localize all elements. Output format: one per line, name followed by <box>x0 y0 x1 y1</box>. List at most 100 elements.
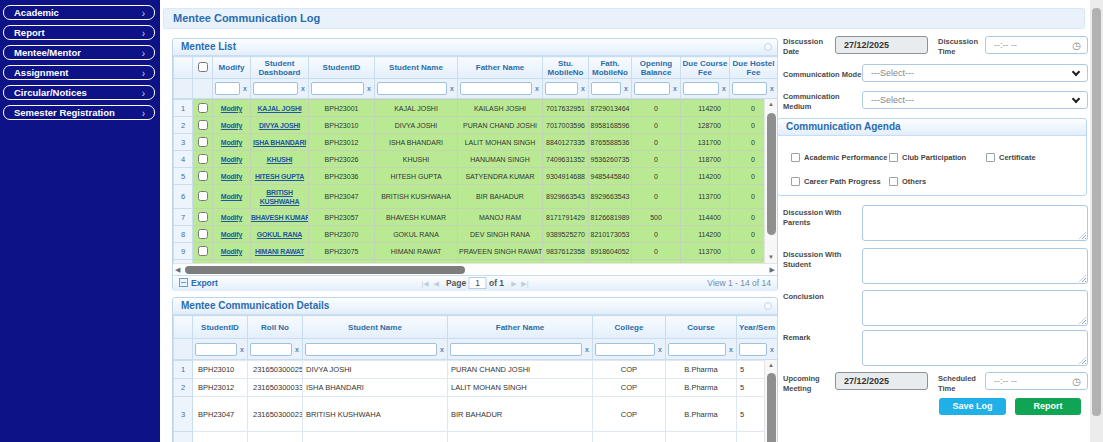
filter-input[interactable] <box>311 82 364 95</box>
checkbox-icon[interactable] <box>986 153 995 162</box>
agenda-career-path-progress[interactable]: Career Path Progress <box>791 177 881 186</box>
clear-filter-icon[interactable]: x <box>532 85 540 92</box>
filter-input[interactable] <box>377 82 447 95</box>
column-header[interactable]: Father Name <box>448 316 593 339</box>
column-header[interactable]: Year/Sem <box>737 316 778 339</box>
clear-filter-icon[interactable]: x <box>726 346 734 353</box>
prev-page-icon[interactable]: ◀ <box>433 280 438 287</box>
filter-input[interactable] <box>591 82 621 95</box>
modify-link[interactable]: Modify <box>221 156 242 163</box>
column-header[interactable]: Modify <box>213 57 251 79</box>
mentee-list-hscrollbar[interactable]: ◀ ▶ <box>173 263 777 275</box>
checkbox-icon[interactable] <box>791 177 800 186</box>
modify-link[interactable]: Modify <box>221 248 242 255</box>
agenda-certificate[interactable]: Certificate <box>986 153 1036 162</box>
discussion-with-parents-textarea[interactable] <box>862 205 1088 241</box>
agenda-academic-performance[interactable]: Academic Performance <box>791 153 887 162</box>
conclusion-textarea[interactable] <box>862 290 1088 326</box>
row-checkbox[interactable] <box>198 229 208 239</box>
filter-input[interactable] <box>668 343 726 356</box>
discussion-with-student-textarea[interactable] <box>862 248 1088 284</box>
column-header[interactable]: Student Name <box>303 316 448 339</box>
row-checkbox[interactable] <box>198 137 208 147</box>
export-button[interactable]: Export <box>179 276 218 291</box>
row-checkbox[interactable] <box>198 171 208 181</box>
details-vscrollbar[interactable]: ▲ <box>764 360 777 442</box>
save-log-button[interactable]: Save Log <box>939 398 1006 415</box>
clear-filter-icon[interactable]: x <box>298 85 306 92</box>
clear-filter-icon[interactable]: x <box>670 85 678 92</box>
filter-input[interactable] <box>450 343 582 356</box>
communication-medium-select[interactable]: ---Select--- <box>862 91 1088 109</box>
modify-link[interactable]: Modify <box>221 193 242 200</box>
student-dashboard-link[interactable]: BRITISH KUSHWAHA <box>260 189 300 205</box>
collapse-icon[interactable] <box>764 43 772 51</box>
sidebar-item-semester-registration[interactable]: Semester Registration› <box>3 105 155 120</box>
remark-textarea[interactable] <box>862 330 1088 366</box>
sidebar-item-circular-notices[interactable]: Circular/Notices› <box>3 85 155 100</box>
row-checkbox[interactable] <box>198 120 208 130</box>
filter-input[interactable] <box>732 82 767 95</box>
filter-input[interactable] <box>545 82 578 95</box>
column-header[interactable]: Student Dashboard <box>251 57 309 79</box>
modify-link[interactable]: Modify <box>221 139 242 146</box>
agenda-club-participation[interactable]: Club Participation <box>889 153 966 162</box>
filter-input[interactable] <box>305 343 437 356</box>
select-all-checkbox[interactable] <box>198 62 208 72</box>
filter-input[interactable] <box>215 82 240 95</box>
student-dashboard-link[interactable]: HIMANI RAWAT <box>255 248 304 255</box>
checkbox-icon[interactable] <box>889 177 898 186</box>
column-header[interactable]: Stu. MobileNo <box>543 57 589 79</box>
student-dashboard-link[interactable]: DIVYA JOSHI <box>259 122 300 129</box>
clear-filter-icon[interactable]: x <box>767 346 775 353</box>
clear-filter-icon[interactable]: x <box>437 346 445 353</box>
report-button[interactable]: Report <box>1015 398 1081 415</box>
scroll-up-icon[interactable]: ▲ <box>765 99 777 110</box>
clear-filter-icon[interactable]: x <box>237 346 245 353</box>
column-header[interactable]: StudentID <box>193 316 248 339</box>
clear-filter-icon[interactable]: x <box>719 85 727 92</box>
scroll-right-icon[interactable]: ▶ <box>770 266 775 274</box>
column-header[interactable]: Father Name <box>458 57 543 79</box>
sidebar-item-report[interactable]: Report› <box>3 25 155 40</box>
column-header[interactable]: StudentID <box>309 57 375 79</box>
student-dashboard-link[interactable]: GOKUL RANA <box>257 231 302 238</box>
mentee-list-vscrollbar[interactable]: ▲ ▼ <box>764 99 777 263</box>
row-checkbox[interactable] <box>198 212 208 222</box>
scroll-left-icon[interactable]: ◀ <box>175 266 180 274</box>
student-dashboard-link[interactable]: HITESH GUPTA <box>255 173 304 180</box>
modify-link[interactable]: Modify <box>221 173 242 180</box>
sidebar-item-academic[interactable]: Academic› <box>3 5 155 20</box>
collapse-icon[interactable] <box>764 302 772 310</box>
clear-filter-icon[interactable]: x <box>240 85 248 92</box>
sidebar-item-assignment[interactable]: Assignment› <box>3 65 155 80</box>
clear-filter-icon[interactable]: x <box>292 346 300 353</box>
filter-input[interactable] <box>739 343 767 356</box>
clear-filter-icon[interactable]: x <box>621 85 629 92</box>
row-checkbox[interactable] <box>198 103 208 113</box>
modify-link[interactable]: Modify <box>221 122 242 129</box>
column-header[interactable]: Due Course Fee <box>681 57 730 79</box>
filter-input[interactable] <box>634 82 670 95</box>
scheduled-time-input[interactable]: --:-- --◷ <box>985 372 1088 390</box>
column-header[interactable]: Due Hostel Fee <box>730 57 778 79</box>
modify-link[interactable]: Modify <box>221 214 242 221</box>
column-header[interactable]: Opening Balance <box>632 57 681 79</box>
clear-filter-icon[interactable]: x <box>582 346 590 353</box>
student-dashboard-link[interactable]: BHAVESH KUMAR <box>251 214 309 221</box>
column-header[interactable]: Roll No <box>248 316 303 339</box>
discussion-time-input[interactable]: --:-- --◷ <box>985 36 1088 54</box>
filter-input[interactable] <box>595 343 655 356</box>
agenda-others[interactable]: Others <box>889 177 926 186</box>
page-scrollbar[interactable] <box>1090 0 1103 442</box>
clear-filter-icon[interactable]: x <box>364 85 372 92</box>
scroll-up-icon[interactable]: ▲ <box>765 360 777 371</box>
column-header[interactable]: Student Name <box>375 57 458 79</box>
column-header[interactable]: Fath. MobileNo <box>589 57 632 79</box>
filter-input[interactable] <box>460 82 532 95</box>
filter-input[interactable] <box>683 82 719 95</box>
row-checkbox[interactable] <box>198 154 208 164</box>
clear-filter-icon[interactable]: x <box>767 85 775 92</box>
checkbox-icon[interactable] <box>791 153 800 162</box>
row-checkbox[interactable] <box>198 191 208 201</box>
